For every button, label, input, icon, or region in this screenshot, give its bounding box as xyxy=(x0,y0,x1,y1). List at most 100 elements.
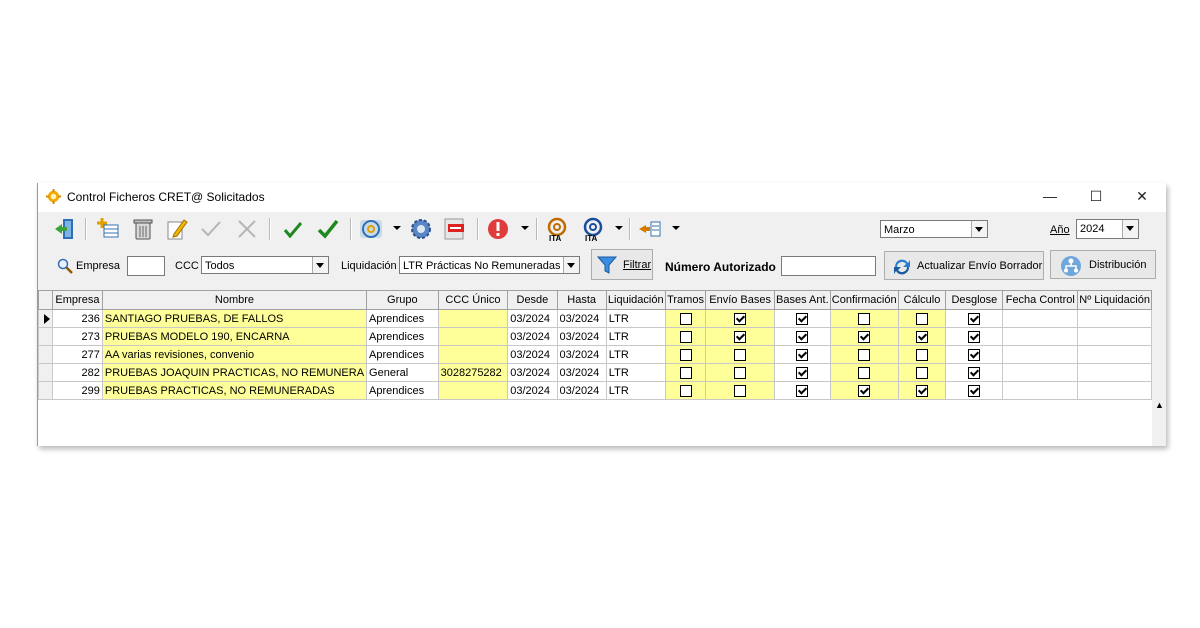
accept-check-disabled-icon[interactable] xyxy=(198,216,224,242)
cancel-x-disabled-icon[interactable] xyxy=(234,216,260,242)
cell-fecha-control[interactable] xyxy=(1002,327,1079,346)
confirmacion-checkbox[interactable] xyxy=(858,384,871,397)
envio-bases-checkbox[interactable] xyxy=(734,384,747,397)
col-header-confirmacion[interactable]: Confirmación xyxy=(829,290,899,310)
envio-bases-checkbox[interactable] xyxy=(734,366,747,379)
cell-liquidacion[interactable]: LTR xyxy=(605,327,666,346)
actualizar-envio-borrador-button[interactable]: Actualizar Envío Borrador xyxy=(884,251,1044,280)
vertical-scrollbar[interactable]: ▲ xyxy=(1152,290,1166,446)
add-record-icon[interactable] xyxy=(96,216,122,242)
cell-fecha-control[interactable] xyxy=(1002,309,1079,328)
year-spinner[interactable]: 2024 xyxy=(1076,219,1139,239)
tramos-checkbox[interactable] xyxy=(679,312,692,325)
confirmacion-checkbox[interactable] xyxy=(858,348,871,361)
cell-empresa[interactable]: 282 xyxy=(52,363,103,382)
col-header-envio-bases[interactable]: Envío Bases xyxy=(705,290,775,310)
alert-icon[interactable] xyxy=(485,216,511,242)
bases-ant-checkbox[interactable] xyxy=(796,330,809,343)
month-select[interactable]: Marzo xyxy=(880,220,988,238)
calculo-checkbox[interactable] xyxy=(916,384,928,397)
cell-hasta[interactable]: 03/2024 xyxy=(556,309,607,328)
cell-ccc-unico[interactable] xyxy=(437,381,509,400)
cell-fecha-control[interactable] xyxy=(1002,381,1079,400)
calculo-checkbox[interactable] xyxy=(916,348,928,361)
cell-ccc-unico[interactable] xyxy=(437,345,509,364)
cell-nombre[interactable]: PRUEBAS PRACTICAS, NO REMUNERADAS xyxy=(101,381,368,400)
cell-grupo[interactable]: Aprendices xyxy=(366,381,439,400)
cell-grupo[interactable]: Aprendices xyxy=(366,345,439,364)
liquidacion-select[interactable]: LTR Prácticas No Remuneradas xyxy=(399,256,580,274)
ita-dropdown-arrow[interactable] xyxy=(615,226,623,230)
alert-dropdown-arrow[interactable] xyxy=(521,226,529,230)
cell-empresa[interactable]: 277 xyxy=(52,345,103,364)
calculo-checkbox[interactable] xyxy=(916,312,928,325)
col-header-n-liquidacion[interactable]: Nº Liquidación xyxy=(1077,290,1152,310)
cell-n-liquidacion[interactable] xyxy=(1077,363,1152,382)
envio-bases-checkbox[interactable] xyxy=(734,312,747,325)
bases-ant-checkbox[interactable] xyxy=(796,384,809,397)
col-header-tramos[interactable]: Tramos xyxy=(664,290,707,310)
spinner-arrows[interactable] xyxy=(1122,220,1138,238)
cell-liquidacion[interactable]: LTR xyxy=(605,345,666,364)
cell-fecha-control[interactable] xyxy=(1002,345,1079,364)
cell-desde[interactable]: 03/2024 xyxy=(507,345,558,364)
col-header-bases-ant[interactable]: Bases Ant. xyxy=(773,290,831,310)
cell-n-liquidacion[interactable] xyxy=(1077,345,1152,364)
desglose-checkbox[interactable] xyxy=(968,312,981,325)
cell-ccc-unico[interactable]: 3028275282 xyxy=(437,363,509,382)
cell-desde[interactable]: 03/2024 xyxy=(507,309,558,328)
cell-hasta[interactable]: 03/2024 xyxy=(556,381,607,400)
confirmacion-checkbox[interactable] xyxy=(858,312,871,325)
cell-empresa[interactable]: 273 xyxy=(52,327,103,346)
cell-liquidacion[interactable]: LTR xyxy=(605,363,666,382)
transfer-list-icon[interactable] xyxy=(637,216,663,242)
col-header-liquidacion[interactable]: Liquidación xyxy=(605,290,666,310)
exit-door-icon[interactable] xyxy=(52,216,78,242)
cell-grupo[interactable]: Aprendices xyxy=(366,309,439,328)
cell-nombre[interactable]: SANTIAGO PRUEBAS, DE FALLOS xyxy=(101,309,368,328)
settings-gear-icon[interactable] xyxy=(408,216,434,242)
col-header-grupo[interactable]: Grupo xyxy=(366,290,439,310)
cell-desde[interactable]: 03/2024 xyxy=(507,363,558,382)
close-button[interactable]: ✕ xyxy=(1120,183,1164,212)
tramos-checkbox[interactable] xyxy=(679,366,692,379)
col-header-hasta[interactable]: Hasta xyxy=(556,290,607,310)
cell-n-liquidacion[interactable] xyxy=(1077,327,1152,346)
cell-n-liquidacion[interactable] xyxy=(1077,381,1152,400)
col-header-desglose[interactable]: Desglose xyxy=(945,290,1004,310)
envio-bases-checkbox[interactable] xyxy=(734,330,747,343)
bases-ant-checkbox[interactable] xyxy=(796,348,809,361)
col-header-ccc-unico[interactable]: CCC Único xyxy=(437,290,509,310)
cell-ccc-unico[interactable] xyxy=(437,309,509,328)
desglose-checkbox[interactable] xyxy=(968,330,981,343)
col-header-fecha-control[interactable]: Fecha Control xyxy=(1002,290,1079,310)
double-check-green-icon[interactable] xyxy=(315,216,341,242)
bases-ant-checkbox[interactable] xyxy=(796,312,809,325)
row-indicator[interactable] xyxy=(38,345,53,364)
table-row[interactable]: 277 AA varias revisiones, convenio Aprendi… xyxy=(38,345,1152,364)
row-indicator[interactable] xyxy=(38,363,53,382)
cell-desde[interactable]: 03/2024 xyxy=(507,381,558,400)
scroll-up-arrow[interactable]: ▲ xyxy=(1155,400,1164,410)
tramos-checkbox[interactable] xyxy=(679,384,692,397)
cell-grupo[interactable]: Aprendices xyxy=(366,327,439,346)
col-header-desde[interactable]: Desde xyxy=(507,290,558,310)
cell-desde[interactable]: 03/2024 xyxy=(507,327,558,346)
bases-ant-checkbox[interactable] xyxy=(796,366,809,379)
table-row[interactable]: 236 SANTIAGO PRUEBAS, DE FALLOS Aprendices… xyxy=(38,309,1152,328)
table-row[interactable]: 273 PRUEBAS MODELO 190, ENCARNA Aprendices… xyxy=(38,327,1152,346)
row-indicator[interactable] xyxy=(38,309,53,328)
ita-send-icon[interactable]: ITA xyxy=(580,216,606,242)
tramos-checkbox[interactable] xyxy=(679,330,692,343)
distribucion-button[interactable]: Distribución xyxy=(1050,250,1156,279)
chevron-down-icon[interactable] xyxy=(971,221,987,237)
chevron-down-icon[interactable] xyxy=(563,257,579,273)
col-header-nombre[interactable]: Nombre xyxy=(101,290,368,310)
cell-grupo[interactable]: General xyxy=(366,363,439,382)
col-header-calculo[interactable]: Cálculo xyxy=(897,290,947,310)
cell-empresa[interactable]: 299 xyxy=(52,381,103,400)
pdf-document-icon[interactable] xyxy=(442,216,468,242)
email-at-icon[interactable] xyxy=(358,216,384,242)
col-header-empresa[interactable]: Empresa xyxy=(52,290,103,310)
table-row[interactable]: 299 PRUEBAS PRACTICAS, NO REMUNERADAS Apre… xyxy=(38,381,1152,400)
